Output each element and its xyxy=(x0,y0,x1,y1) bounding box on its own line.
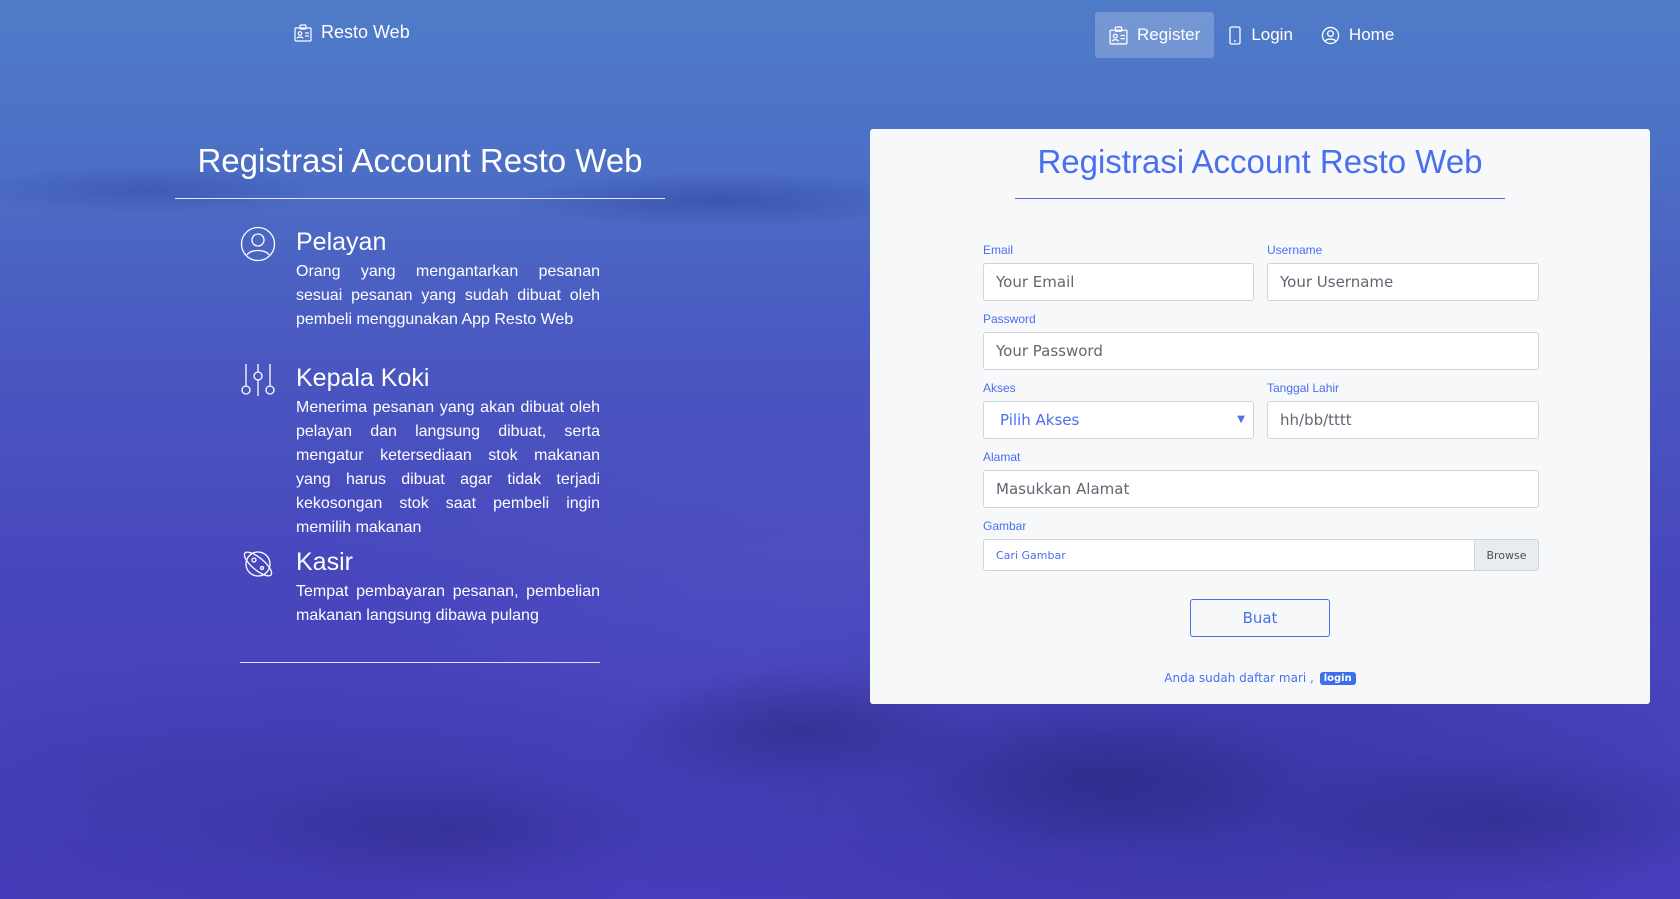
sliders-icon xyxy=(240,362,276,398)
alamat-label: Alamat xyxy=(983,450,1021,464)
akses-label: Akses xyxy=(983,381,1016,395)
role-pelayan: Pelayan Orang yang mengantarkan pesanan … xyxy=(240,226,600,336)
id-card-icon xyxy=(1109,25,1128,45)
role-kasir: Kasir Tempat pembayaran pesanan, pembeli… xyxy=(240,546,600,636)
file-placeholder: Cari Gambar xyxy=(996,549,1066,562)
role-description: Orang yang mengantarkan pesanan sesuai p… xyxy=(296,263,600,328)
buat-button[interactable]: Buat xyxy=(1190,599,1330,637)
gambar-file-input[interactable]: Cari Gambar Browse xyxy=(983,539,1539,571)
user-circle-icon xyxy=(1321,26,1340,45)
left-bottom-divider xyxy=(240,662,600,663)
brand[interactable]: Resto Web xyxy=(294,22,410,43)
username-label: Username xyxy=(1267,243,1323,257)
nav-menu: Register Login Home xyxy=(1095,12,1408,58)
gambar-label: Gambar xyxy=(983,519,1027,533)
login-link[interactable]: login xyxy=(1319,672,1356,685)
form-title: Registrasi Account Resto Web xyxy=(1037,143,1483,180)
form-title-divider xyxy=(1015,198,1505,199)
role-description: Tempat pembayaran pesanan, pembelian mak… xyxy=(296,583,600,624)
login-prompt: Anda sudah daftar mari , login xyxy=(870,671,1650,685)
alamat-field[interactable]: Masukkan Alamat xyxy=(983,470,1539,508)
akses-selected: Pilih Akses xyxy=(1000,411,1080,429)
tanggal-lahir-field[interactable]: hh/bb/tttt xyxy=(1267,401,1539,439)
nav-home[interactable]: Home xyxy=(1307,12,1408,58)
username-field[interactable]: Your Username xyxy=(1267,263,1539,301)
password-label: Password xyxy=(983,312,1036,326)
id-card-icon xyxy=(294,23,312,42)
nav-login[interactable]: Login xyxy=(1214,12,1307,58)
role-description: Menerima pesanan yang akan dibuat oleh p… xyxy=(296,399,600,536)
registration-card: Registrasi Account Resto Web Email Your … xyxy=(870,129,1650,704)
akses-select[interactable]: Pilih Akses ▼ xyxy=(983,401,1254,439)
role-title: Kepala Koki xyxy=(296,364,430,392)
tanggal-lahir-label: Tanggal Lahir xyxy=(1267,381,1340,395)
left-title: Registrasi Account Resto Web xyxy=(197,142,643,179)
nav-home-label: Home xyxy=(1348,25,1395,44)
caret-down-icon: ▼ xyxy=(1237,414,1245,425)
left-divider xyxy=(175,198,665,199)
email-label: Email xyxy=(983,243,1014,257)
browse-button[interactable]: Browse xyxy=(1474,540,1538,570)
planet-icon xyxy=(240,546,276,582)
login-prompt-text: Anda sudah daftar mari , xyxy=(1164,671,1314,685)
nav-register[interactable]: Register xyxy=(1095,12,1215,58)
role-title: Kasir xyxy=(296,548,353,576)
phone-icon xyxy=(1228,25,1242,45)
password-field[interactable]: Your Password xyxy=(983,332,1539,370)
role-kepala-koki: Kepala Koki Menerima pesanan yang akan d… xyxy=(240,362,600,536)
user-circle-icon xyxy=(240,226,276,262)
nav-login-label: Login xyxy=(1251,25,1293,44)
email-field[interactable]: Your Email xyxy=(983,263,1254,301)
navbar: Resto Web Register Login Home xyxy=(0,0,1680,70)
nav-register-label: Register xyxy=(1137,25,1201,44)
brand-label: Resto Web xyxy=(321,22,410,42)
role-title: Pelayan xyxy=(296,228,387,256)
